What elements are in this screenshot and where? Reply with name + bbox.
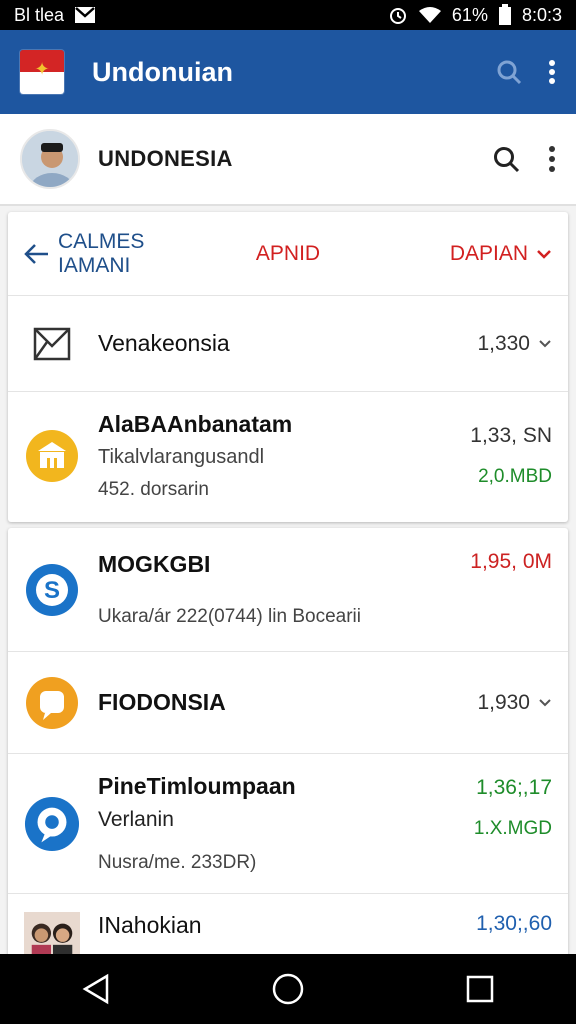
item-title: FIODONSIA xyxy=(98,689,226,715)
item-amount: 1,33, SN xyxy=(470,424,552,447)
profile-name: UNDONESIA xyxy=(98,146,233,171)
search-icon[interactable] xyxy=(496,59,522,85)
item-title: Venakeonsia xyxy=(98,330,230,356)
orange-chat-icon xyxy=(24,675,80,731)
app-title: Undonuian xyxy=(92,56,233,87)
avatar[interactable] xyxy=(20,129,80,189)
s-coin-icon: S xyxy=(24,562,80,618)
tab-right[interactable]: DAPIAN xyxy=(376,242,552,266)
item-amount: 1,95, 0M xyxy=(470,550,552,573)
tab-middle[interactable]: APNID xyxy=(200,242,376,266)
list-item[interactable]: FIODONSIA 1,930 xyxy=(8,652,568,754)
status-time: 8:0:3 xyxy=(521,4,562,25)
accounts-card: CALMES IAMANI APNID DAPIAN Venakeonsia 1… xyxy=(8,212,568,522)
back-arrow-icon[interactable] xyxy=(24,243,50,265)
item-subtitle: Tikalvlarangusandl xyxy=(98,446,265,468)
list-item[interactable]: Venakeonsia 1,330 xyxy=(8,296,568,392)
tab-bar: CALMES IAMANI APNID DAPIAN xyxy=(8,212,568,296)
chevron-down-icon xyxy=(539,698,551,706)
recents-nav-icon[interactable] xyxy=(440,959,520,1019)
item-title: PineTimloumpaan xyxy=(98,773,296,799)
transactions-card: S MOGKGBI Ukara/ár 222(0744) lin Boceari… xyxy=(8,528,568,968)
navigation-bar xyxy=(0,954,576,1024)
item-detail: Nusra/me. 233DR) xyxy=(98,852,257,873)
profile-bar: UNDONESIA xyxy=(0,114,576,206)
item-amount: 1,36;,17 xyxy=(476,776,552,799)
battery-percent: 61% xyxy=(451,4,488,25)
profile-search-icon[interactable] xyxy=(492,145,520,173)
gmail-icon xyxy=(74,6,96,24)
mail-icon xyxy=(24,316,80,372)
svg-text:S: S xyxy=(44,577,60,604)
item-detail: 452. dorsarin xyxy=(98,479,209,500)
wifi-icon xyxy=(418,6,442,24)
status-bar: Bl tlea 61% 8:0:3 xyxy=(0,0,576,30)
status-left-text: Bl tlea xyxy=(14,4,65,25)
item-amount: 1,30;,60 xyxy=(476,912,552,935)
chevron-down-icon[interactable] xyxy=(536,242,552,266)
item-subtitle: Verlanin xyxy=(98,808,174,831)
bank-icon xyxy=(24,428,80,484)
blue-chat-icon xyxy=(24,796,80,852)
item-title: INahokian xyxy=(98,912,202,938)
home-nav-icon[interactable] xyxy=(248,959,328,1019)
list-item[interactable]: PineTimloumpaan Verlanin Nusra/me. 233DR… xyxy=(8,754,568,894)
battery-icon xyxy=(498,4,512,26)
item-amount-secondary: 2,0.MBD xyxy=(478,466,552,487)
item-title: MOGKGBI xyxy=(98,551,211,577)
list-item[interactable]: S MOGKGBI Ukara/ár 222(0744) lin Boceari… xyxy=(8,528,568,652)
chevron-down-icon xyxy=(539,339,551,347)
alarm-icon xyxy=(388,5,408,25)
back-nav-icon[interactable] xyxy=(56,959,136,1019)
item-amount-secondary: 1.X.MGD xyxy=(473,818,552,839)
profile-more-vert-icon[interactable] xyxy=(548,145,556,173)
more-vert-icon[interactable] xyxy=(548,59,556,85)
indonesia-flag-icon: ✦ xyxy=(20,50,64,94)
tab-back-label: CALMES IAMANI xyxy=(58,229,145,277)
item-amount: 1,930 xyxy=(477,691,552,715)
list-item[interactable]: AlaBAAnbanatam Tikalvlarangusandl 452. d… xyxy=(8,392,568,520)
app-bar: ✦ Undonuian xyxy=(0,30,576,114)
tab-right-label: DAPIAN xyxy=(449,241,528,265)
item-detail: Ukara/ár 222(0744) lin Bocearii xyxy=(98,606,361,627)
item-amount: 1,330 xyxy=(477,332,552,356)
item-title: AlaBAAnbanatam xyxy=(98,411,293,437)
tab-back[interactable]: CALMES IAMANI xyxy=(24,230,200,278)
